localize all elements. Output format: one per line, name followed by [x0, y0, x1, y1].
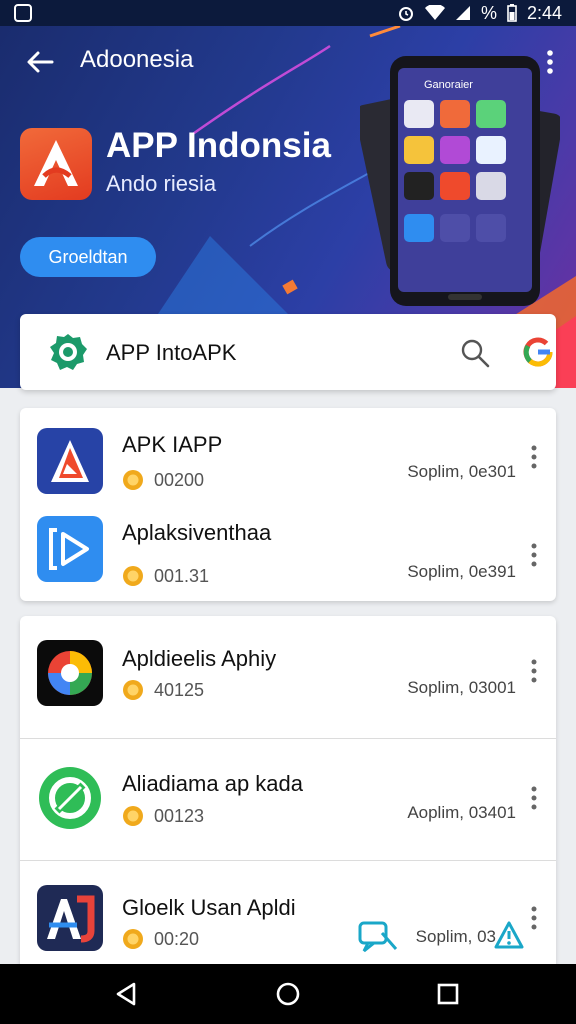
- search-query[interactable]: APP IntoAPK: [106, 340, 236, 366]
- aj-logo-icon: [37, 885, 103, 951]
- back-nav-icon[interactable]: [112, 980, 140, 1008]
- app-name: APP Indonsia: [106, 126, 331, 165]
- notification-icon: [14, 4, 32, 22]
- more-options-icon[interactable]: [528, 785, 540, 811]
- coin-icon: [123, 806, 143, 826]
- back-arrow-icon[interactable]: [24, 46, 56, 78]
- app-name: Apldieelis Aphiy: [122, 646, 277, 671]
- page-title: Adoonesia: [80, 46, 194, 73]
- battery-icon: [507, 4, 517, 22]
- bracket-play-icon: [37, 516, 103, 582]
- color-ring-icon: [37, 640, 103, 706]
- update-date: Soplim, 0e301: [407, 462, 516, 481]
- wifi-icon: [424, 5, 445, 20]
- update-date: Soplim, 03: [415, 927, 496, 946]
- search-icon[interactable]: [460, 338, 490, 368]
- recents-nav-icon[interactable]: [434, 980, 462, 1008]
- system-navigation-bar: [0, 964, 576, 1024]
- coin-icon: [123, 680, 143, 700]
- status-bar: % 2:44: [0, 0, 576, 26]
- chat-bubble-icon[interactable]: [358, 921, 398, 953]
- update-date: Soplim, 0e391: [407, 562, 516, 581]
- download-count: 40125: [154, 680, 205, 700]
- phone-illustration: Ganoraier: [360, 56, 560, 306]
- download-count: 001.31: [154, 566, 210, 586]
- download-count: 00:20: [154, 929, 200, 949]
- more-options-icon[interactable]: [528, 444, 540, 470]
- coin-icon: [123, 470, 143, 490]
- app-list-item[interactable]: APK IAPP 00200 Soplim, 0e301: [20, 408, 556, 504]
- battery-percent: %: [480, 2, 497, 23]
- alarm-icon: [398, 7, 413, 21]
- more-options-icon[interactable]: [528, 542, 540, 568]
- google-icon[interactable]: [522, 336, 554, 368]
- app-subtitle: Ando riesia: [106, 171, 217, 196]
- download-count: 00123: [154, 806, 205, 826]
- warning-icon[interactable]: [494, 921, 524, 949]
- download-count: 00200: [154, 470, 205, 490]
- phone-header-text: Ganoraier: [424, 79, 473, 91]
- signal-icon: [455, 6, 470, 20]
- cta-button[interactable]: Groeldtan: [20, 237, 156, 277]
- status-time: 2:44: [526, 2, 562, 23]
- chat-badge-icon: [50, 334, 87, 370]
- update-date: Soplim, 03001: [407, 678, 516, 697]
- app-list-item[interactable]: Aliadiama ap kada 00123 Aoplim, 03401: [20, 739, 556, 860]
- app-list-item[interactable]: Apldieelis Aphiy 40125 Soplim, 03001: [20, 616, 556, 738]
- app-list-item[interactable]: Aplaksiventhaa 001.31 Soplim, 0e391: [20, 504, 556, 601]
- search-bar[interactable]: APP IntoAPK: [20, 314, 556, 390]
- coin-icon: [123, 566, 143, 586]
- app-name: Gloelk Usan Apldi: [122, 895, 296, 920]
- app-name: Aliadiama ap kada: [122, 771, 304, 796]
- coin-icon: [123, 929, 143, 949]
- app-name: APK IAPP: [122, 432, 223, 457]
- more-options-icon[interactable]: [528, 905, 540, 931]
- more-options-icon[interactable]: [528, 658, 540, 684]
- app-a-logo-icon: [34, 140, 78, 186]
- update-date: Aoplim, 03401: [407, 803, 516, 822]
- green-sync-icon: [37, 765, 103, 831]
- apk-triangle-icon: [37, 428, 103, 494]
- home-nav-icon[interactable]: [274, 980, 302, 1008]
- app-list-card: APK IAPP 00200 Soplim, 0e301 Aplaksivent…: [20, 408, 556, 601]
- app-name: Aplaksiventhaa: [122, 520, 272, 545]
- app-list-card: Apldieelis Aphiy 40125 Soplim, 03001 Ali…: [20, 616, 556, 976]
- app-logo: [20, 128, 92, 200]
- app-list-item[interactable]: Gloelk Usan Apldi 00:20 Soplim, 03: [20, 861, 556, 976]
